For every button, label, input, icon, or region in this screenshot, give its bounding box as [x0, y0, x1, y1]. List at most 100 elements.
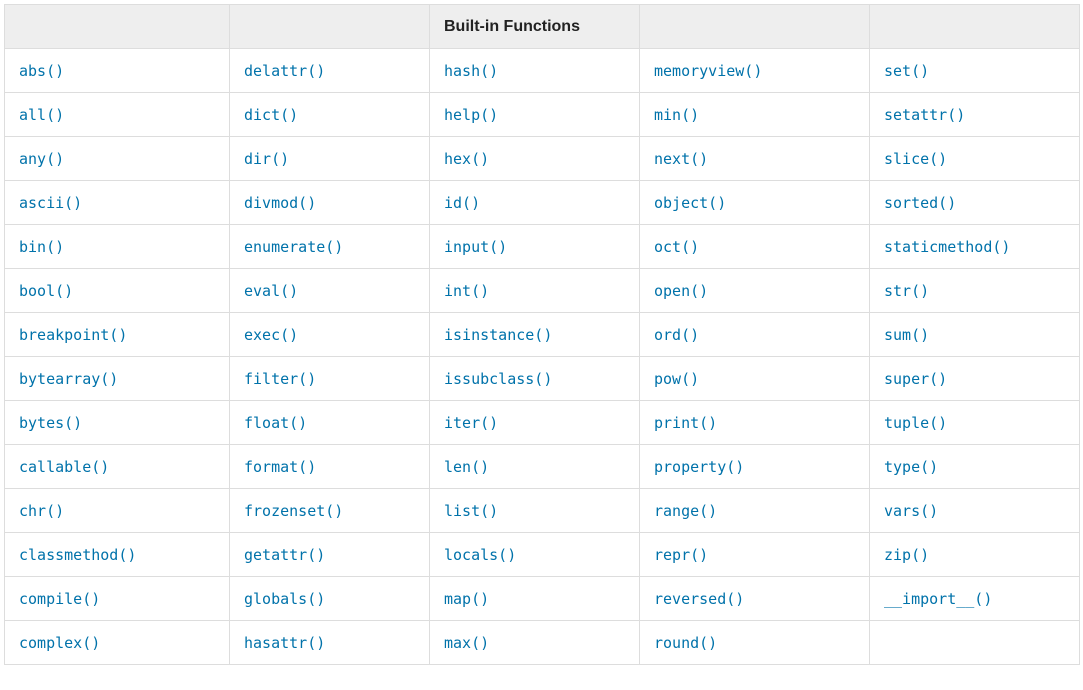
function-link[interactable]: round()	[654, 634, 717, 652]
function-link[interactable]: ascii()	[19, 194, 82, 212]
function-link[interactable]: setattr()	[884, 106, 965, 124]
table-cell: str()	[870, 269, 1080, 313]
function-link[interactable]: callable()	[19, 458, 109, 476]
table-cell: callable()	[5, 445, 230, 489]
table-cell: delattr()	[230, 49, 430, 93]
function-link[interactable]: list()	[444, 502, 498, 520]
function-link[interactable]: hash()	[444, 62, 498, 80]
table-cell: map()	[430, 577, 640, 621]
table-cell: any()	[5, 137, 230, 181]
function-link[interactable]: abs()	[19, 62, 64, 80]
function-link[interactable]: oct()	[654, 238, 699, 256]
function-link[interactable]: int()	[444, 282, 489, 300]
function-link[interactable]: sorted()	[884, 194, 956, 212]
function-link[interactable]: divmod()	[244, 194, 316, 212]
function-link[interactable]: complex()	[19, 634, 100, 652]
function-link[interactable]: __import__()	[884, 590, 992, 608]
function-link[interactable]: object()	[654, 194, 726, 212]
table-row: complex() hasattr() max() round()	[5, 621, 1080, 665]
function-link[interactable]: len()	[444, 458, 489, 476]
table-header-col5	[870, 5, 1080, 49]
function-link[interactable]: open()	[654, 282, 708, 300]
table-cell: zip()	[870, 533, 1080, 577]
table-row: any() dir() hex() next() slice()	[5, 137, 1080, 181]
function-link[interactable]: float()	[244, 414, 307, 432]
function-link[interactable]: format()	[244, 458, 316, 476]
function-link[interactable]: classmethod()	[19, 546, 136, 564]
table-cell: memoryview()	[640, 49, 870, 93]
function-link[interactable]: ord()	[654, 326, 699, 344]
function-link[interactable]: bytearray()	[19, 370, 118, 388]
table-cell: format()	[230, 445, 430, 489]
function-link[interactable]: bool()	[19, 282, 73, 300]
function-link[interactable]: enumerate()	[244, 238, 343, 256]
function-link[interactable]: super()	[884, 370, 947, 388]
table-cell: print()	[640, 401, 870, 445]
function-link[interactable]: any()	[19, 150, 64, 168]
function-link[interactable]: getattr()	[244, 546, 325, 564]
function-link[interactable]: range()	[654, 502, 717, 520]
table-header-col2	[230, 5, 430, 49]
function-link[interactable]: bin()	[19, 238, 64, 256]
function-link[interactable]: dict()	[244, 106, 298, 124]
function-link[interactable]: next()	[654, 150, 708, 168]
table-header-col3: Built-in Functions	[430, 5, 640, 49]
function-link[interactable]: property()	[654, 458, 744, 476]
function-link[interactable]: issubclass()	[444, 370, 552, 388]
table-cell: globals()	[230, 577, 430, 621]
function-link[interactable]: id()	[444, 194, 480, 212]
function-link[interactable]: str()	[884, 282, 929, 300]
function-link[interactable]: tuple()	[884, 414, 947, 432]
table-cell: type()	[870, 445, 1080, 489]
function-link[interactable]: memoryview()	[654, 62, 762, 80]
table-cell: id()	[430, 181, 640, 225]
table-cell: tuple()	[870, 401, 1080, 445]
function-link[interactable]: hex()	[444, 150, 489, 168]
function-link[interactable]: delattr()	[244, 62, 325, 80]
function-link[interactable]: max()	[444, 634, 489, 652]
table-cell: hash()	[430, 49, 640, 93]
function-link[interactable]: locals()	[444, 546, 516, 564]
table-cell: list()	[430, 489, 640, 533]
function-link[interactable]: staticmethod()	[884, 238, 1010, 256]
function-link[interactable]: help()	[444, 106, 498, 124]
table-cell: complex()	[5, 621, 230, 665]
function-link[interactable]: all()	[19, 106, 64, 124]
table-cell: pow()	[640, 357, 870, 401]
table-cell: input()	[430, 225, 640, 269]
function-link[interactable]: globals()	[244, 590, 325, 608]
table-cell: vars()	[870, 489, 1080, 533]
function-link[interactable]: breakpoint()	[19, 326, 127, 344]
function-link[interactable]: map()	[444, 590, 489, 608]
table-row: ascii() divmod() id() object() sorted()	[5, 181, 1080, 225]
function-link[interactable]: pow()	[654, 370, 699, 388]
table-cell: locals()	[430, 533, 640, 577]
function-link[interactable]: compile()	[19, 590, 100, 608]
function-link[interactable]: bytes()	[19, 414, 82, 432]
function-link[interactable]: slice()	[884, 150, 947, 168]
function-link[interactable]: filter()	[244, 370, 316, 388]
function-link[interactable]: vars()	[884, 502, 938, 520]
table-cell: chr()	[5, 489, 230, 533]
function-link[interactable]: sum()	[884, 326, 929, 344]
function-link[interactable]: repr()	[654, 546, 708, 564]
table-cell: super()	[870, 357, 1080, 401]
function-link[interactable]: iter()	[444, 414, 498, 432]
function-link[interactable]: frozenset()	[244, 502, 343, 520]
function-link[interactable]: zip()	[884, 546, 929, 564]
function-link[interactable]: input()	[444, 238, 507, 256]
function-link[interactable]: isinstance()	[444, 326, 552, 344]
function-link[interactable]: hasattr()	[244, 634, 325, 652]
function-link[interactable]: type()	[884, 458, 938, 476]
function-link[interactable]: print()	[654, 414, 717, 432]
function-link[interactable]: eval()	[244, 282, 298, 300]
function-link[interactable]: chr()	[19, 502, 64, 520]
function-link[interactable]: exec()	[244, 326, 298, 344]
function-link[interactable]: set()	[884, 62, 929, 80]
table-row: chr() frozenset() list() range() vars()	[5, 489, 1080, 533]
table-header-col1	[5, 5, 230, 49]
table-cell: eval()	[230, 269, 430, 313]
function-link[interactable]: reversed()	[654, 590, 744, 608]
function-link[interactable]: dir()	[244, 150, 289, 168]
function-link[interactable]: min()	[654, 106, 699, 124]
